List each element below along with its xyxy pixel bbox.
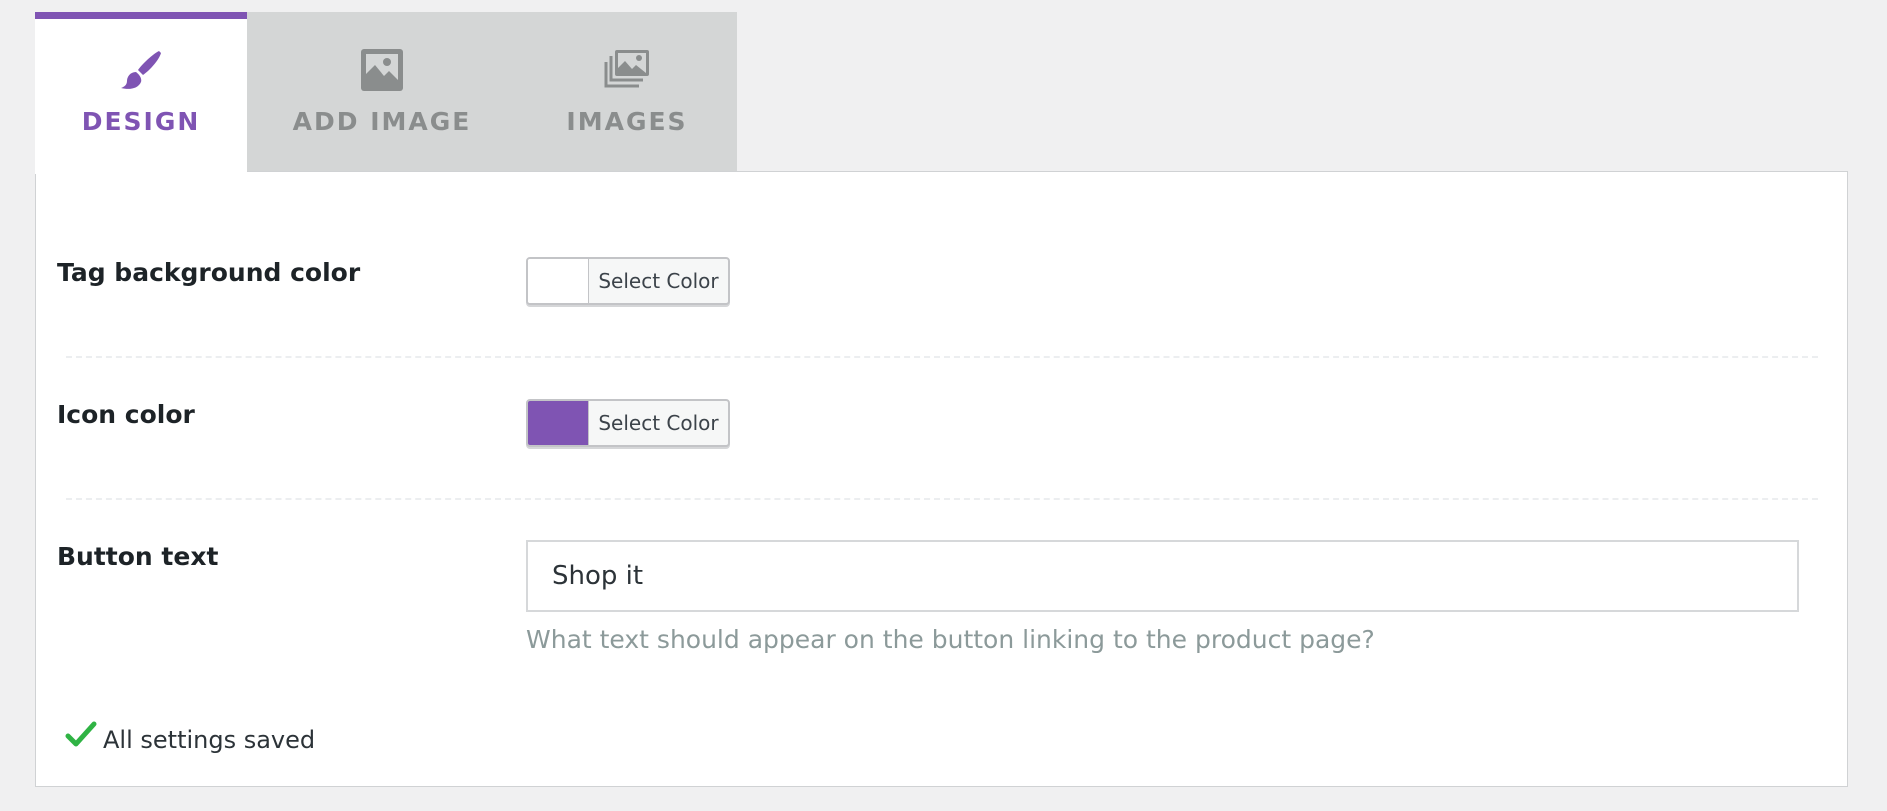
icon-select-color-button[interactable]: Select Color [589, 401, 728, 445]
icon-color-swatch[interactable] [528, 401, 589, 445]
tag-bg-color-picker[interactable]: Select Color [526, 257, 730, 305]
icon-color-picker[interactable]: Select Color [526, 399, 730, 447]
tab-images[interactable]: IMAGES [517, 12, 737, 172]
tag-bg-select-color-button[interactable]: Select Color [589, 259, 728, 303]
checkmark-icon [65, 721, 97, 753]
tab-images-label: IMAGES [566, 107, 688, 136]
tab-add-image-label: ADD IMAGE [292, 107, 472, 136]
button-text-help: What text should appear on the button li… [526, 625, 1375, 654]
button-text-input[interactable] [526, 540, 1799, 612]
button-text-label: Button text [57, 542, 219, 571]
save-status: All settings saved [65, 720, 315, 754]
tag-bg-color-label: Tag background color [57, 258, 361, 287]
tab-design-label: DESIGN [81, 107, 201, 136]
row-divider [66, 498, 1818, 500]
images-stack-icon [602, 45, 652, 95]
tab-add-image[interactable]: ADD IMAGE [247, 12, 517, 172]
tag-bg-color-swatch[interactable] [528, 259, 589, 303]
row-divider [66, 356, 1818, 358]
image-icon [357, 45, 407, 95]
paintbrush-icon [116, 45, 166, 95]
tab-bar: DESIGN ADD IMAGE IMAGES [35, 12, 737, 174]
icon-color-label: Icon color [57, 400, 195, 429]
save-status-text: All settings saved [103, 726, 316, 754]
tab-design[interactable]: DESIGN [35, 12, 247, 174]
settings-panel: Tag background color Select Color Icon c… [35, 171, 1848, 787]
